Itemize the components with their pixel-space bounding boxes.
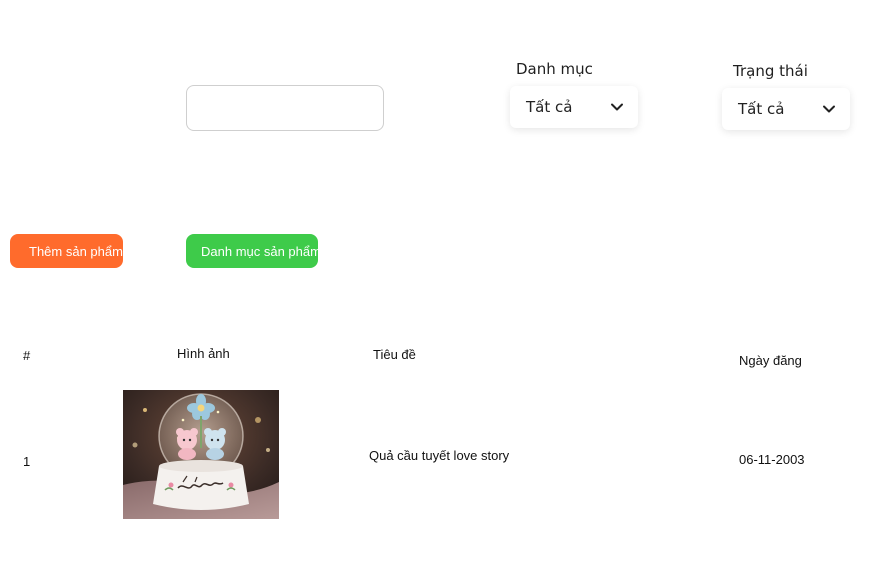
category-select-value: Tất cả [526,98,573,116]
chevron-down-icon [822,102,836,116]
add-product-button[interactable]: Thêm sản phẩm [10,234,123,268]
search-input[interactable] [186,85,384,131]
row-title: Quả cầu tuyết love story [369,448,510,463]
category-filter-label: Danh mục [516,60,593,78]
chevron-down-icon [610,100,624,114]
header-title: Tiêu đề [373,347,416,362]
header-date: Ngày đăng [739,353,802,368]
status-filter-label: Trạng thái [733,62,808,80]
status-select-value: Tất cả [738,100,785,118]
snow-globe-photo-icon [123,390,279,519]
header-index: # [23,348,31,363]
header-image: Hình ảnh [177,346,230,361]
row-date: 06-11-2003 [739,452,805,467]
row-index: 1 [23,454,31,469]
product-thumbnail [123,390,279,519]
product-admin-page: Danh mục Tất cả Trạng thái Tất cả Thêm s… [0,0,873,564]
status-select[interactable]: Tất cả [722,88,850,130]
product-category-button[interactable]: Danh mục sản phẩm [186,234,321,268]
category-select[interactable]: Tất cả [510,86,638,128]
